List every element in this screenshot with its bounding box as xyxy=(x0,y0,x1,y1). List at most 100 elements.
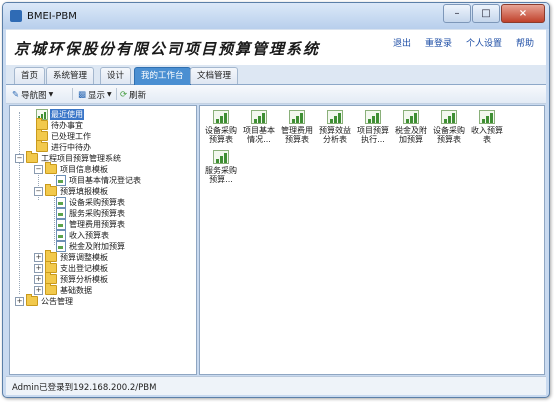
app-icon xyxy=(10,10,22,22)
tree-item-todo[interactable]: 待办事宜 xyxy=(36,118,84,130)
nav-map-label: 导航图 xyxy=(21,90,47,101)
tree-label: 待办事宜 xyxy=(51,120,83,130)
header-banner: 京城环保股份有限公司项目预算管理系统 退出 重登录 个人设置 帮助 xyxy=(6,29,546,66)
collapse-icon[interactable]: − xyxy=(15,153,24,163)
tree-label: 项目基本情况登记表 xyxy=(69,175,141,185)
tree-item-admin-expense-budget[interactable]: 管理费用预算表 xyxy=(56,218,126,230)
display-label: 显示 xyxy=(88,90,106,101)
tree-label: 管理费用预算表 xyxy=(69,219,125,229)
display-button[interactable]: ▩ 显示 ▼ xyxy=(78,88,112,101)
chart-icon xyxy=(403,110,419,124)
window-title: BMEI-PBM xyxy=(27,11,77,22)
chart-icon xyxy=(213,150,229,164)
expand-icon[interactable]: + xyxy=(34,252,43,262)
recent-item[interactable]: 设备采购预算表 xyxy=(430,110,468,144)
recent-item-label: 税金及附加预算 xyxy=(395,126,427,144)
minimize-icon[interactable]: – xyxy=(443,4,471,23)
tree-item-base-data[interactable]: + 基础数据 xyxy=(34,283,93,295)
recent-item[interactable]: 项目预算执行... xyxy=(354,110,392,144)
tab-system-admin[interactable]: 系统管理 xyxy=(46,67,95,84)
tree-label: 基础数据 xyxy=(60,285,92,295)
tree-item-done[interactable]: 已处理工作 xyxy=(36,129,92,141)
chart-icon xyxy=(289,110,305,124)
recent-item-label: 收入预算表 xyxy=(471,126,503,144)
tree-label: 预算分析模板 xyxy=(60,274,108,284)
tree-label: 预算填报模板 xyxy=(60,186,108,196)
recent-item[interactable]: 收入预算表 xyxy=(468,110,506,144)
tree-item-fill-template[interactable]: − 预算填报模板 xyxy=(34,184,109,196)
chart-icon xyxy=(441,110,457,124)
status-text: Admin已登录到192.168.200.2/PBM xyxy=(12,383,157,393)
tree-label: 公告管理 xyxy=(41,296,73,306)
tree-item-in-progress[interactable]: 进行中待办 xyxy=(36,140,92,152)
refresh-label: 刷新 xyxy=(129,90,147,101)
recent-item-label: 项目预算执行... xyxy=(357,126,389,144)
recent-item[interactable]: 项目基本情况... xyxy=(240,110,278,144)
recent-item-label: 预算效益分析表 xyxy=(319,126,351,144)
form-icon xyxy=(56,207,66,219)
recent-item-label: 设备采购预算表 xyxy=(205,126,237,144)
tree-label: 已处理工作 xyxy=(51,131,91,141)
tab-my-workbench[interactable]: 我的工作台 xyxy=(134,67,191,85)
tree-item-budget-system[interactable]: − 工程项目预算管理系统 xyxy=(15,151,122,163)
tree-item-tax-budget[interactable]: 税金及附加预算 xyxy=(56,240,126,252)
folder-icon xyxy=(45,162,57,174)
tree-guide-line xyxy=(19,112,20,294)
expand-icon[interactable]: + xyxy=(15,296,24,306)
tree-item-info-template[interactable]: − 项目信息模板 xyxy=(34,162,109,174)
recent-item-label: 项目基本情况... xyxy=(243,126,275,144)
logout-link[interactable]: 退出 xyxy=(393,36,411,49)
navigation-tree: 最近使用 待办事宜 已处理工作 进行中待办 − 工程项目预算管理系统 − 项目信… xyxy=(9,105,197,375)
help-link[interactable]: 帮助 xyxy=(516,36,534,49)
expand-icon[interactable]: + xyxy=(34,285,43,295)
tree-label: 进行中待办 xyxy=(51,142,91,152)
close-icon[interactable]: × xyxy=(501,4,545,23)
tab-home[interactable]: 首页 xyxy=(14,67,46,84)
refresh-button[interactable]: ⟳ 刷新 xyxy=(120,88,146,101)
recent-item[interactable]: 预算效益分析表 xyxy=(316,110,354,144)
maximize-icon[interactable]: □ xyxy=(472,4,500,23)
app-window: BMEI-PBM – □ × 京城环保股份有限公司项目预算管理系统 退出 重登录… xyxy=(2,2,550,398)
chevron-down-icon: ▼ xyxy=(48,91,54,98)
relogin-link[interactable]: 重登录 xyxy=(425,36,452,49)
tree-label: 设备采购预算表 xyxy=(69,197,125,207)
tree-item-service-budget[interactable]: 服务采购预算表 xyxy=(56,207,126,219)
tree-label: 预算调整模板 xyxy=(60,252,108,262)
chart-icon xyxy=(251,110,267,124)
tree-item-recent[interactable]: 最近使用 xyxy=(36,108,84,120)
title-bar[interactable]: BMEI-PBM – □ × xyxy=(3,3,549,29)
company-name: 京城环保股份有限公司项目预算管理系统 xyxy=(14,40,321,58)
tab-design[interactable]: 设计 xyxy=(100,67,132,84)
tree-item-income-budget[interactable]: 收入预算表 xyxy=(56,229,110,241)
recent-item[interactable]: 设备采购预算表 xyxy=(202,110,240,144)
tree-item-basic-info-form[interactable]: 项目基本情况登记表 xyxy=(56,174,142,186)
refresh-icon: ⟳ xyxy=(120,89,128,100)
recent-item[interactable]: 税金及附加预算 xyxy=(392,110,430,144)
expand-icon[interactable]: + xyxy=(34,274,43,284)
collapse-icon[interactable]: − xyxy=(34,164,43,174)
folder-icon xyxy=(45,184,57,196)
tree-label: 工程项目预算管理系统 xyxy=(41,153,121,163)
tree-item-notice-mgmt[interactable]: + 公告管理 xyxy=(15,294,74,306)
display-icon: ▩ xyxy=(78,89,87,100)
toolbar-divider xyxy=(72,88,73,100)
tree-label: 支出登记模板 xyxy=(60,263,108,273)
recent-item[interactable]: 管理费用预算表 xyxy=(278,110,316,144)
personal-settings-link[interactable]: 个人设置 xyxy=(466,36,502,49)
recent-item[interactable]: 服务采购预算... xyxy=(202,150,240,184)
chart-icon xyxy=(365,110,381,124)
collapse-icon[interactable]: − xyxy=(34,186,43,196)
form-icon xyxy=(56,218,66,230)
tab-document-mgmt[interactable]: 文档管理 xyxy=(190,67,239,84)
recent-item-label: 设备采购预算表 xyxy=(433,126,465,144)
expand-icon[interactable]: + xyxy=(34,263,43,273)
recent-item-label: 服务采购预算... xyxy=(205,166,237,184)
chevron-down-icon: ▼ xyxy=(107,91,112,98)
status-bar: Admin已登录到192.168.200.2/PBM xyxy=(6,376,546,395)
folder-icon xyxy=(26,294,38,306)
folder-icon xyxy=(36,140,48,152)
tree-label: 税金及附加预算 xyxy=(69,241,125,251)
tree-item-equipment-budget[interactable]: 设备采购预算表 xyxy=(56,196,126,208)
nav-map-button[interactable]: ✎ 导航图 ▼ xyxy=(12,88,53,101)
tree-guide-line xyxy=(54,193,55,245)
